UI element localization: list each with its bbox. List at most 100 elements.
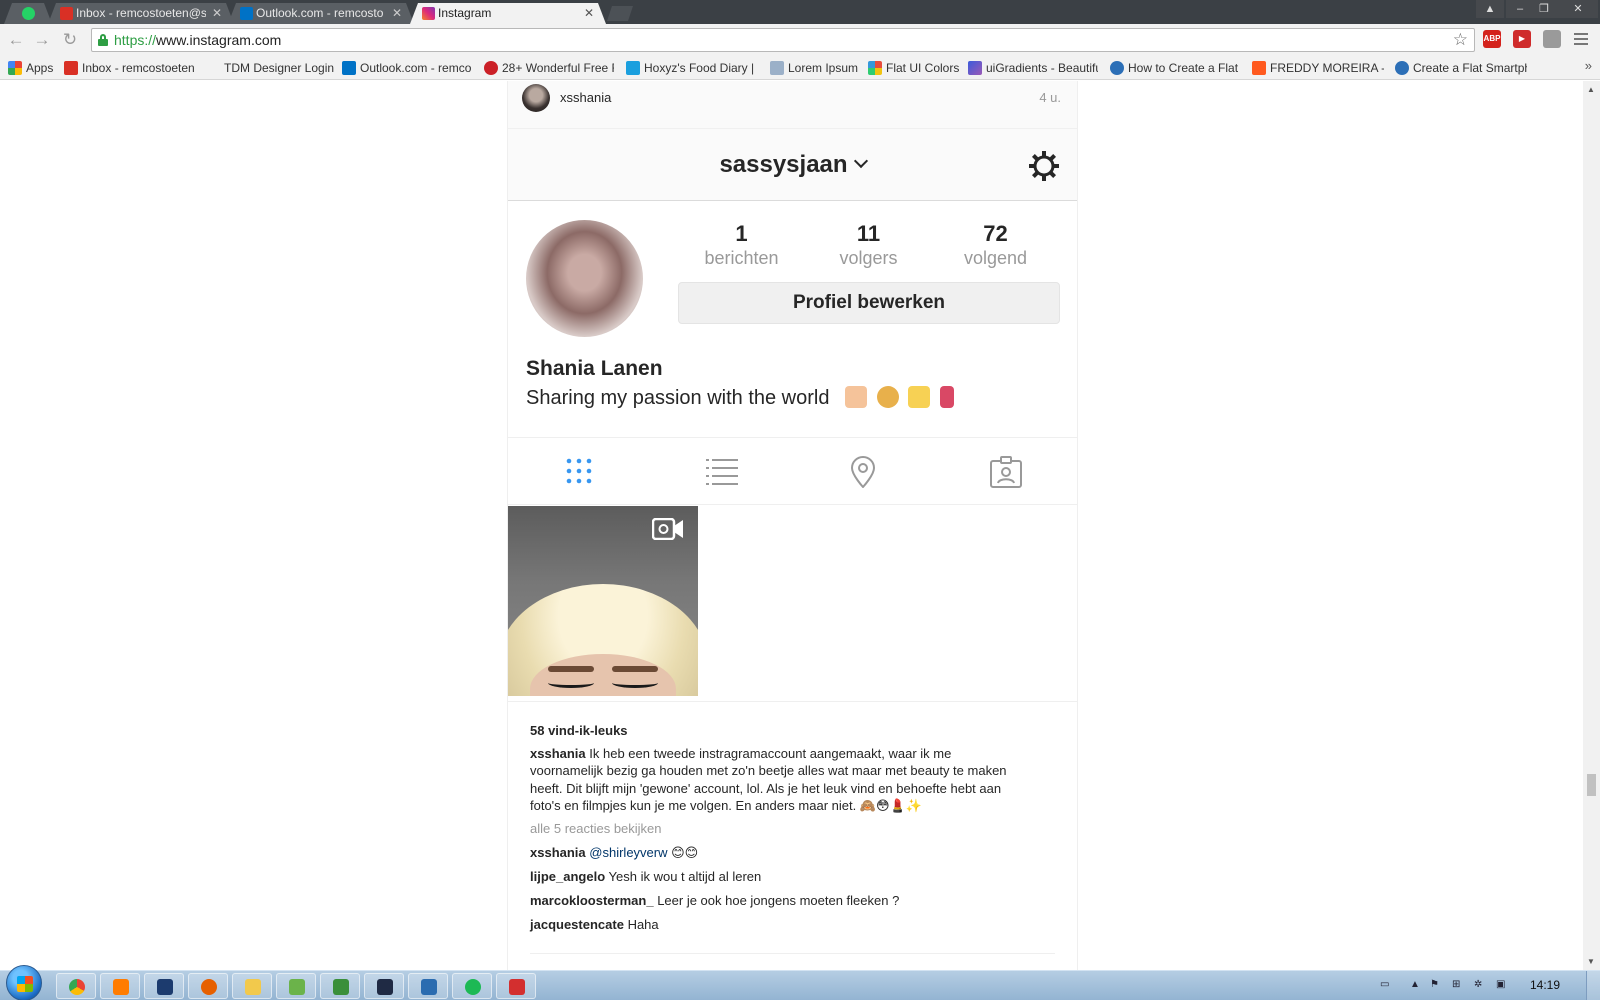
likes-count[interactable]: 58 vind-ik-leuks [530, 723, 628, 738]
caption-line: voornamelijk bezig ga houden met zo'n be… [530, 763, 1007, 779]
taskbar-paint[interactable] [276, 973, 316, 999]
taskbar-firefox[interactable] [188, 973, 228, 999]
bookmark-item[interactable]: Outlook.com - remco [342, 56, 472, 80]
tab-list[interactable] [650, 438, 792, 504]
bookmark-item[interactable]: How to Create a Flat U [1110, 56, 1242, 80]
taskbar-chrome[interactable] [56, 973, 96, 999]
bio: Sharing my passion with the world [526, 386, 954, 410]
show-desktop-button[interactable] [1586, 971, 1600, 1000]
bookmarks-overflow-icon[interactable]: » [1585, 58, 1592, 73]
tab-tagged[interactable] [934, 438, 1076, 504]
tab-gmail-inbox[interactable]: Inbox - remcostoeten@sp ✕ [48, 3, 234, 24]
comment-text: Haha [627, 917, 659, 932]
post-caption: xsshania Ik heb een tweede instragramacc… [530, 745, 1055, 814]
bookmark-item[interactable]: TDM Designer Login [206, 56, 334, 80]
network-icon[interactable]: ▣ [1496, 979, 1505, 990]
bookmark-item[interactable]: Flat UI Colors [868, 56, 960, 80]
bookmark-item[interactable]: uiGradients - Beautifu [968, 56, 1098, 80]
youtube-extension-icon[interactable]: ▶ [1513, 30, 1531, 48]
keyboard-icon[interactable]: ▭ [1380, 979, 1389, 990]
profile-header: sassysjaan [508, 129, 1077, 201]
taskbar-illustrator[interactable] [100, 973, 140, 999]
instagram-icon [422, 7, 435, 20]
comment-username[interactable]: lijpe_angelo [530, 869, 605, 884]
tab-close-icon[interactable]: ✕ [212, 3, 222, 24]
taskbar-spotify[interactable] [452, 973, 492, 999]
reload-button[interactable]: ↻ [60, 30, 80, 50]
show-hidden-icons-icon[interactable]: ▲ [1410, 979, 1420, 990]
comment: xsshania @shirleyverw 😊😊 [530, 845, 698, 861]
bookmark-item[interactable]: Inbox - remcostoeten [64, 56, 194, 80]
bookmark-item[interactable]: Hoxyz's Food Diary | F [626, 56, 758, 80]
divider [508, 701, 1077, 702]
tab-location[interactable] [792, 438, 934, 504]
scrollbar-thumb[interactable] [1587, 774, 1596, 796]
post-thumbnail[interactable] [508, 506, 698, 696]
edit-profile-button[interactable]: Profiel bewerken [678, 282, 1060, 324]
bookmark-item[interactable]: 28+ Wonderful Free F [484, 56, 614, 80]
scroll-down-icon[interactable]: ▼ [1587, 957, 1595, 966]
whatsapp-icon [22, 7, 35, 20]
tab-grid[interactable] [508, 438, 650, 504]
windows-flag-icon[interactable]: ⊞ [1452, 979, 1460, 990]
scroll-up-icon[interactable]: ▲ [1587, 85, 1595, 94]
tab-close-icon[interactable]: ✕ [392, 3, 402, 24]
taskbar-acrobat[interactable] [496, 973, 536, 999]
tab-instagram[interactable]: Instagram ✕ [410, 3, 606, 24]
profile-picture[interactable] [526, 220, 643, 337]
tab-whatsapp[interactable] [4, 3, 52, 24]
bio-text: Sharing my passion with the world [526, 387, 830, 409]
address-bar[interactable]: https://www.instagram.com ☆ [91, 28, 1475, 52]
restore-button[interactable]: ❐ [1530, 0, 1558, 18]
site-icon [626, 61, 640, 75]
photoshop-icon [157, 979, 173, 995]
avatar [522, 84, 550, 112]
view-all-comments-link[interactable]: alle 5 reacties bekijken [530, 821, 662, 836]
page-scrollbar[interactable]: ▲ ▼ [1583, 81, 1600, 970]
taskbar-photoshop[interactable] [144, 973, 184, 999]
comment: marcokloosterman_ Leer je ook hoe jongen… [530, 893, 899, 908]
back-button[interactable]: ← [6, 30, 26, 50]
notification-bar[interactable]: xsshania 4 u. [508, 81, 1077, 129]
new-tab-button[interactable] [607, 6, 633, 21]
gmail-icon [60, 7, 73, 20]
taskbar-explorer[interactable] [232, 973, 272, 999]
pinterest-icon [484, 61, 498, 75]
taskbar-batman[interactable] [364, 973, 404, 999]
notification-username: xsshania [560, 90, 612, 105]
bookmark-star-icon[interactable]: ☆ [1453, 30, 1468, 50]
adblock-plus-icon[interactable]: ABP [1483, 30, 1501, 48]
comment-username[interactable]: xsshania [530, 845, 586, 860]
comment-mention[interactable]: @shirleyverw [589, 845, 667, 860]
comment-username[interactable]: jacquestencate [530, 917, 624, 932]
tab-close-icon[interactable]: ✕ [584, 3, 594, 24]
tab-title: Outlook.com - remcosto [256, 6, 384, 20]
bookmark-apps[interactable]: Apps [8, 56, 58, 80]
gear-icon[interactable] [1027, 149, 1061, 183]
batman-icon [377, 979, 393, 995]
account-switcher[interactable]: sassysjaan [508, 151, 1077, 179]
stat-following[interactable]: 72 volgend [932, 220, 1059, 268]
comment-username[interactable]: marcokloosterman_ [530, 893, 654, 908]
action-center-icon[interactable]: ⚑ [1430, 979, 1439, 990]
header-username: sassysjaan [719, 151, 848, 178]
gmail-icon [64, 61, 78, 75]
bookmark-item[interactable]: Create a Flat Smartpho [1395, 56, 1527, 80]
tab-outlook[interactable]: Outlook.com - remcosto ✕ [228, 3, 414, 24]
browser-toolbar: ← → ↻ https://www.instagram.com ☆ ABP ▶ [0, 24, 1600, 56]
taskbar-word[interactable] [408, 973, 448, 999]
close-window-button[interactable]: ✕ [1558, 0, 1598, 18]
settings-tray-icon[interactable]: ✲ [1474, 979, 1482, 990]
stat-followers[interactable]: 11 volgers [805, 220, 932, 268]
browser-tab-strip: Inbox - remcostoeten@sp ✕ Outlook.com - … [0, 0, 1600, 24]
clock[interactable]: 14:19 [1530, 978, 1560, 992]
extension-icon[interactable] [1543, 30, 1561, 48]
taskbar-app[interactable] [320, 973, 360, 999]
profile-button[interactable]: ▲ [1476, 0, 1504, 18]
start-button[interactable] [6, 965, 42, 1000]
caption-username[interactable]: xsshania [530, 746, 586, 761]
bookmark-item[interactable]: Lorem Ipsum [770, 56, 862, 80]
forward-button[interactable]: → [32, 30, 52, 50]
bookmark-item[interactable]: FREDDY MOREIRA - M [1252, 56, 1384, 80]
chrome-menu-icon[interactable] [1574, 33, 1588, 45]
